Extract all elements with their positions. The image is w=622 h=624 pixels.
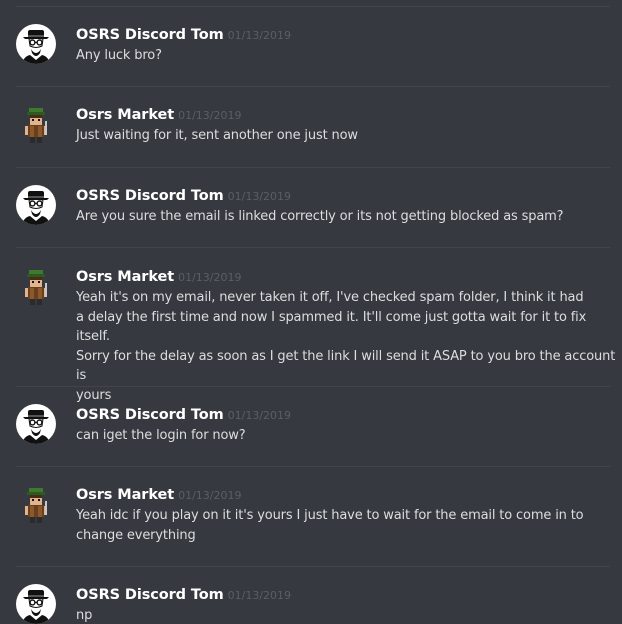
message-text: np bbox=[76, 608, 93, 623]
username[interactable]: OSRS Discord Tom bbox=[76, 27, 224, 43]
message-text: can iget the login for now? bbox=[76, 428, 246, 443]
message-text-line: Yeah idc if you play on it it's yours I … bbox=[76, 508, 584, 523]
message-text-line: change everything bbox=[76, 527, 196, 543]
username[interactable]: Osrs Market bbox=[76, 487, 174, 503]
message-timestamp: 01/13/2019 bbox=[227, 589, 292, 602]
message-divider bbox=[16, 247, 610, 248]
pixel-character-avatar[interactable] bbox=[16, 104, 56, 144]
message-header: Osrs Market 01/13/2019 bbox=[76, 104, 241, 123]
heisenberg-avatar[interactable] bbox=[16, 185, 56, 225]
message-header: Osrs Market 01/13/2019 bbox=[76, 266, 241, 285]
username[interactable]: OSRS Discord Tom bbox=[76, 407, 224, 423]
message-divider bbox=[16, 167, 610, 168]
heisenberg-avatar[interactable] bbox=[16, 24, 56, 64]
message-timestamp: 01/13/2019 bbox=[227, 29, 292, 42]
message-header: OSRS Discord Tom 01/13/2019 bbox=[76, 584, 291, 603]
pixel-character-avatar[interactable] bbox=[16, 266, 56, 306]
username[interactable]: OSRS Discord Tom bbox=[76, 188, 224, 204]
message-divider bbox=[16, 566, 610, 567]
message-text-line: Sorry for the delay as soon as I get the… bbox=[76, 348, 616, 384]
message-timestamp: 01/13/2019 bbox=[227, 190, 292, 203]
message-divider bbox=[16, 386, 610, 387]
chat-message-list[interactable]: OSRS Discord Tom 01/13/2019 Any luck bro? bbox=[0, 0, 622, 624]
message-text-line: Yeah it's on my email, never taken it of… bbox=[76, 290, 584, 305]
username[interactable]: Osrs Market bbox=[76, 107, 174, 123]
message-text-line: a delay the first time and now I spammed… bbox=[76, 309, 587, 345]
message-text: Just waiting for it, sent another one ju… bbox=[76, 128, 358, 143]
username[interactable]: OSRS Discord Tom bbox=[76, 587, 224, 603]
message-divider bbox=[16, 6, 610, 7]
message-header: OSRS Discord Tom 01/13/2019 bbox=[76, 24, 291, 43]
message-header: OSRS Discord Tom 01/13/2019 bbox=[76, 185, 291, 204]
message-divider bbox=[16, 86, 610, 87]
message-text-line: yours bbox=[76, 387, 112, 403]
message-header: OSRS Discord Tom 01/13/2019 bbox=[76, 404, 291, 423]
message-text: Yeah it's on my email, never taken it of… bbox=[76, 288, 616, 405]
message-timestamp: 01/13/2019 bbox=[178, 271, 242, 284]
pixel-character-avatar[interactable] bbox=[16, 484, 56, 524]
message-text: Are you sure the email is linked correct… bbox=[76, 209, 564, 224]
message-timestamp: 01/13/2019 bbox=[178, 109, 242, 122]
message-timestamp: 01/13/2019 bbox=[178, 489, 242, 502]
message-text: Yeah idc if you play on it it's yours I … bbox=[76, 506, 616, 545]
message-header: Osrs Market 01/13/2019 bbox=[76, 484, 241, 503]
message-divider bbox=[16, 466, 610, 467]
message-timestamp: 01/13/2019 bbox=[227, 409, 292, 422]
username[interactable]: Osrs Market bbox=[76, 269, 174, 285]
heisenberg-avatar[interactable] bbox=[16, 584, 56, 624]
heisenberg-avatar[interactable] bbox=[16, 404, 56, 444]
message-text: Any luck bro? bbox=[76, 48, 162, 63]
